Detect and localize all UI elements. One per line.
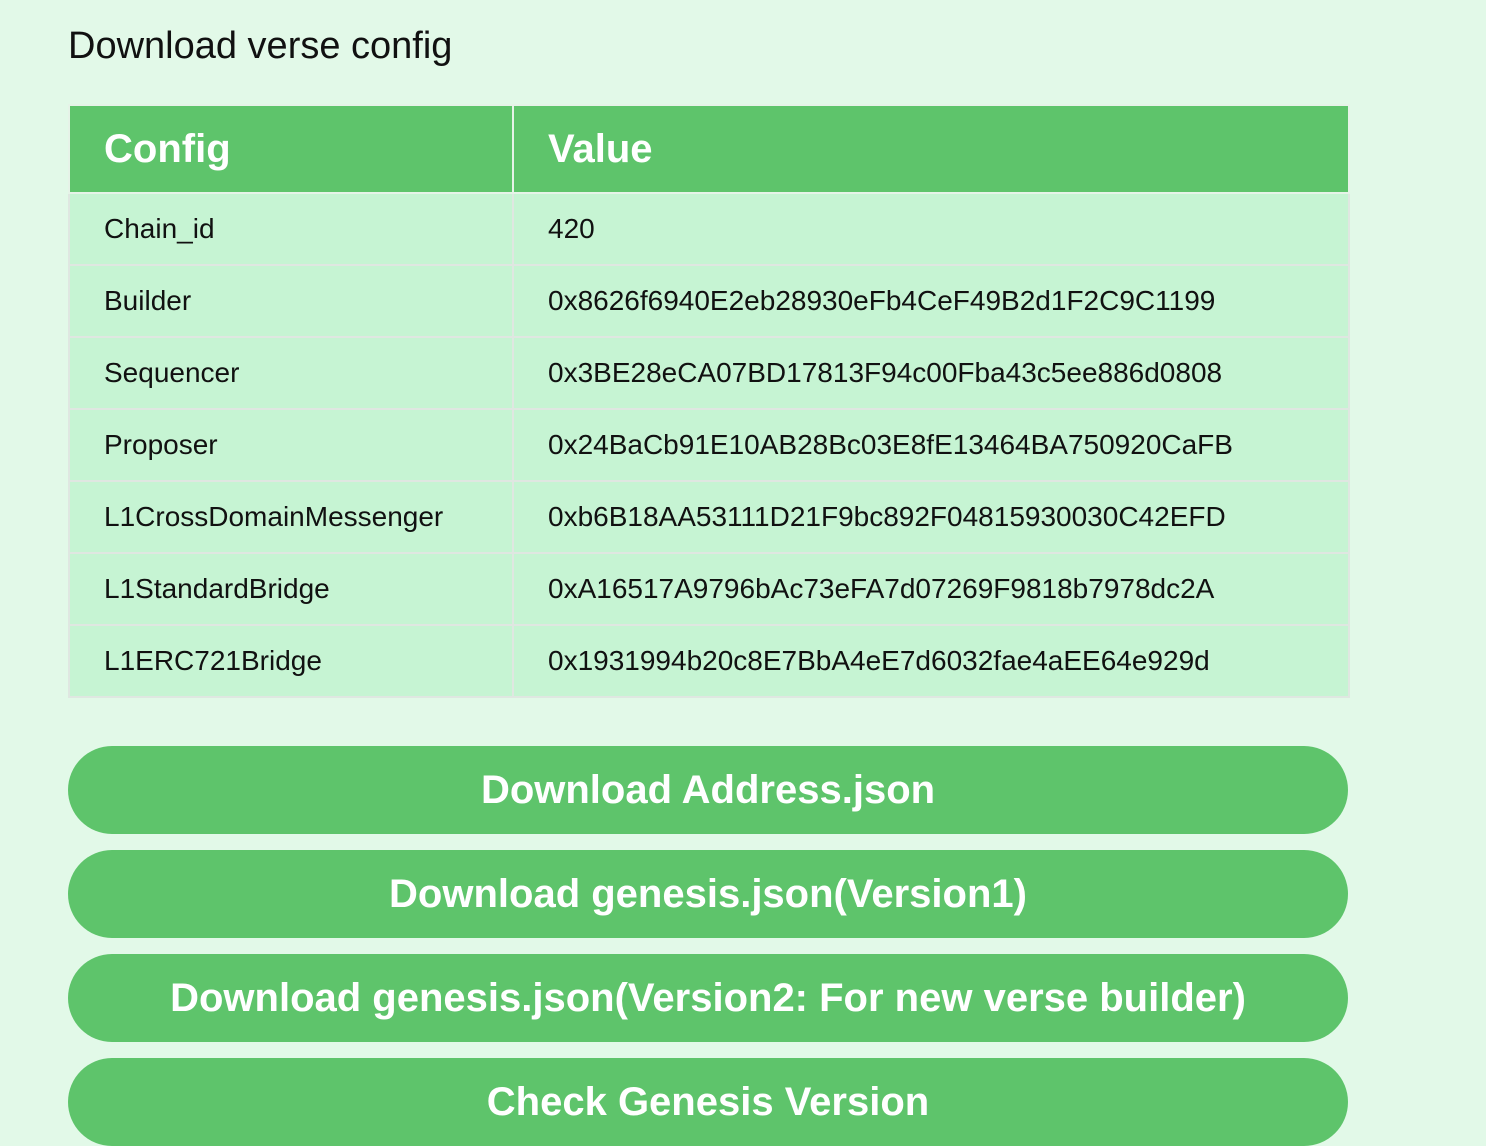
- config-value-builder: 0x8626f6940E2eb28930eFb4CeF49B2d1F2C9C11…: [512, 264, 1350, 338]
- config-value-l1-standard-bridge: 0xA16517A9796bAc73eFA7d07269F9818b7978dc…: [512, 552, 1350, 626]
- table-row: Sequencer 0x3BE28eCA07BD17813F94c00Fba43…: [68, 336, 1350, 410]
- config-value-proposer: 0x24BaCb91E10AB28Bc03E8fE13464BA750920Ca…: [512, 408, 1350, 482]
- config-key-builder: Builder: [68, 264, 514, 338]
- table-row: Chain_id 420: [68, 192, 1350, 266]
- config-key-l1-standard-bridge: L1StandardBridge: [68, 552, 514, 626]
- column-header-config: Config: [68, 104, 514, 194]
- table-row: Proposer 0x24BaCb91E10AB28Bc03E8fE13464B…: [68, 408, 1350, 482]
- config-value-sequencer: 0x3BE28eCA07BD17813F94c00Fba43c5ee886d08…: [512, 336, 1350, 410]
- table-row: Builder 0x8626f6940E2eb28930eFb4CeF49B2d…: [68, 264, 1350, 338]
- table-header-row: Config Value: [68, 104, 1350, 194]
- config-value-l1-cross-domain-messenger: 0xb6B18AA53111D21F9bc892F04815930030C42E…: [512, 480, 1350, 554]
- page-title: Download verse config: [68, 25, 453, 67]
- download-address-json-button[interactable]: Download Address.json: [68, 746, 1348, 834]
- download-genesis-v2-button[interactable]: Download genesis.json(Version2: For new …: [68, 954, 1348, 1042]
- config-value-l1-erc721-bridge: 0x1931994b20c8E7BbA4eE7d6032fae4aEE64e92…: [512, 624, 1350, 698]
- table-row: L1StandardBridge 0xA16517A9796bAc73eFA7d…: [68, 552, 1350, 626]
- config-table: Config Value Chain_id 420 Builder 0x8626…: [68, 104, 1350, 698]
- config-key-sequencer: Sequencer: [68, 336, 514, 410]
- table-row: L1ERC721Bridge 0x1931994b20c8E7BbA4eE7d6…: [68, 624, 1350, 698]
- table-row: L1CrossDomainMessenger 0xb6B18AA53111D21…: [68, 480, 1350, 554]
- config-key-l1-cross-domain-messenger: L1CrossDomainMessenger: [68, 480, 514, 554]
- config-key-l1-erc721-bridge: L1ERC721Bridge: [68, 624, 514, 698]
- check-genesis-version-button[interactable]: Check Genesis Version: [68, 1058, 1348, 1146]
- column-header-value: Value: [512, 104, 1350, 194]
- config-key-proposer: Proposer: [68, 408, 514, 482]
- download-genesis-v1-button[interactable]: Download genesis.json(Version1): [68, 850, 1348, 938]
- config-key-chain-id: Chain_id: [68, 192, 514, 266]
- config-value-chain-id: 420: [512, 192, 1350, 266]
